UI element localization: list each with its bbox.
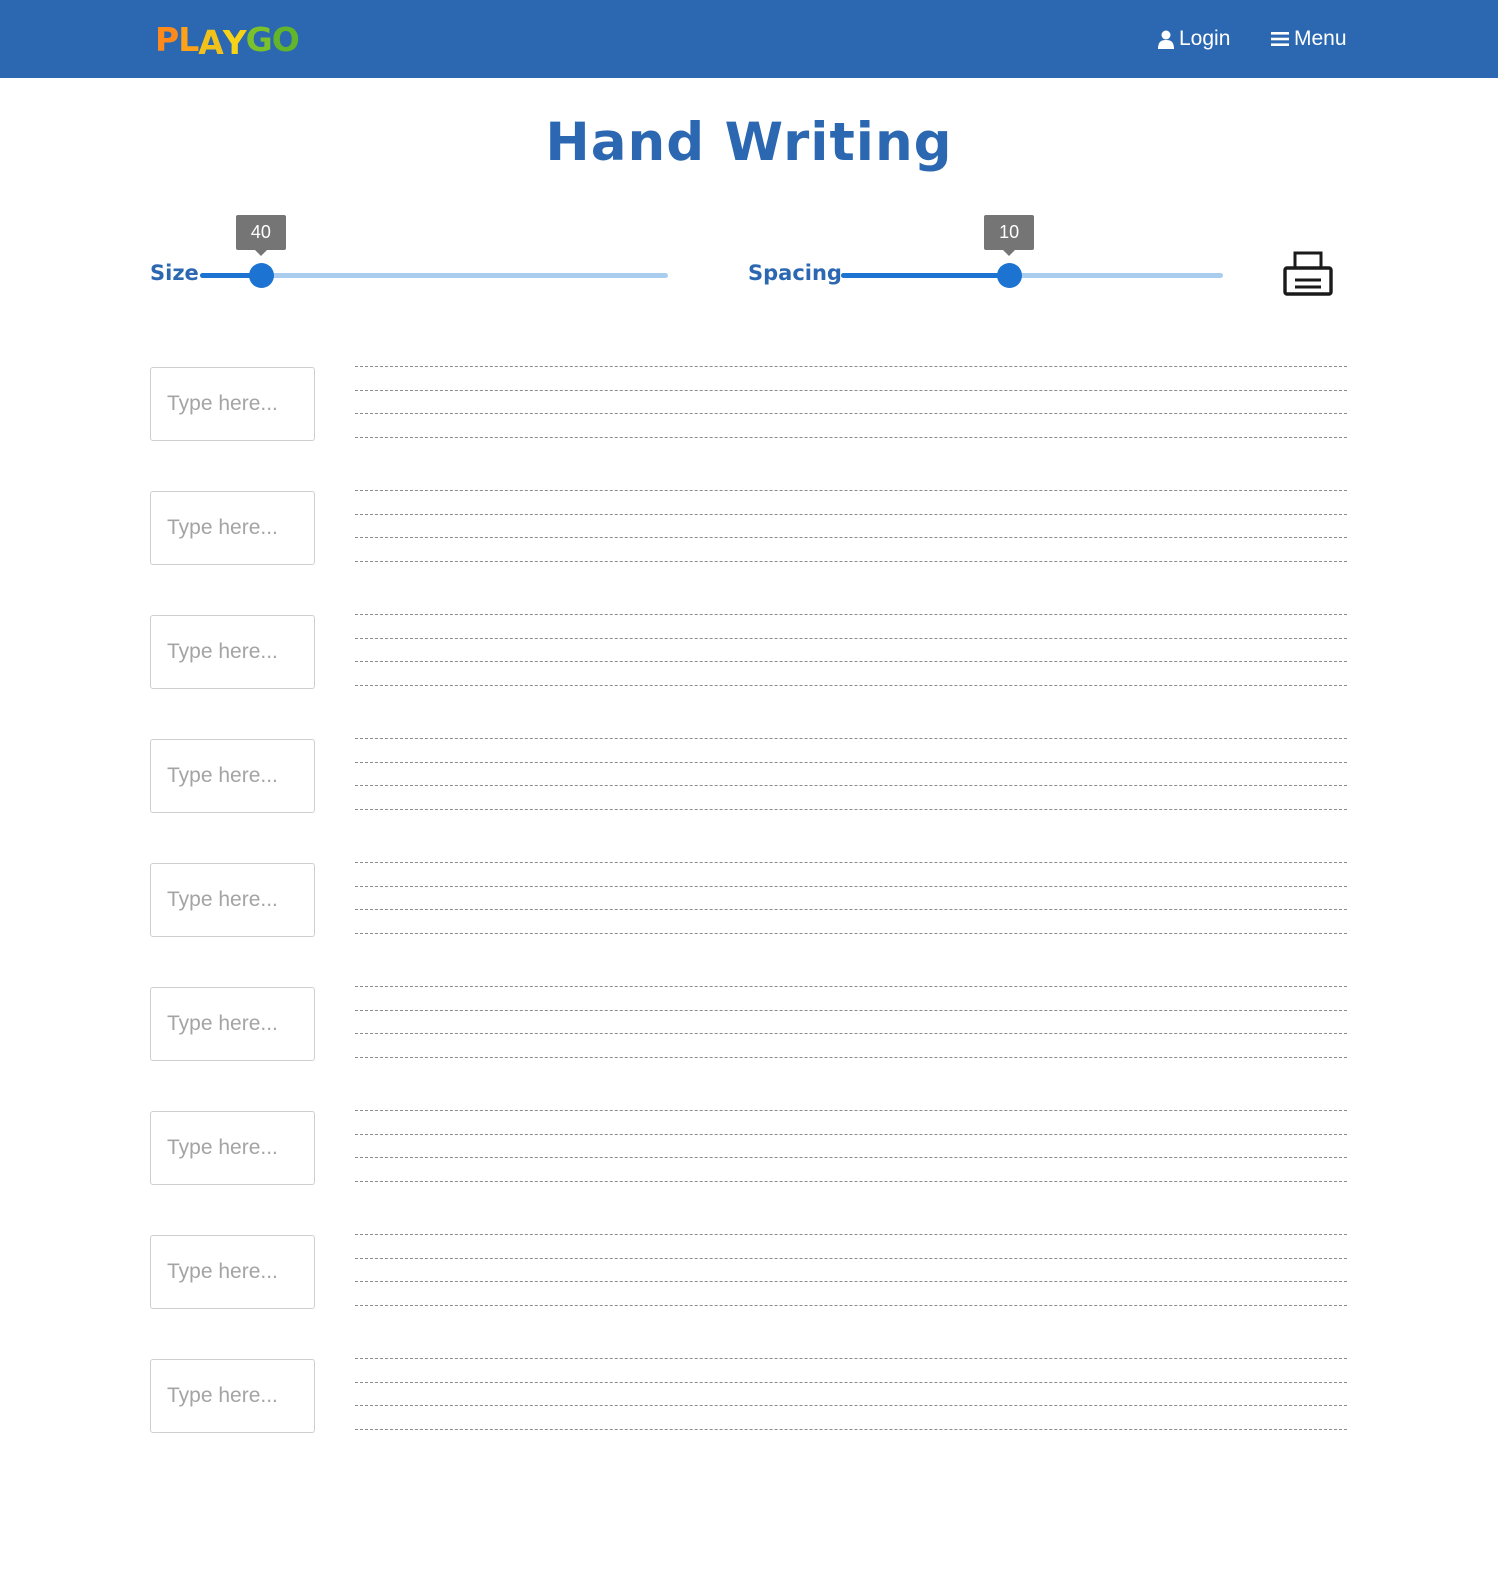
top-navbar: PLAYGO Login Menu — [0, 0, 1498, 78]
logo-letter: L — [178, 20, 199, 59]
guide-line — [355, 661, 1347, 662]
guide-line — [355, 1033, 1347, 1034]
guide-line — [355, 537, 1347, 538]
guide-line — [355, 1181, 1347, 1182]
writing-guide-lines — [355, 366, 1347, 440]
guide-line — [355, 1405, 1347, 1406]
guide-line — [355, 561, 1347, 562]
hamburger-icon — [1271, 32, 1289, 46]
login-link[interactable]: Login — [1158, 24, 1230, 54]
spacing-slider-thumb[interactable] — [997, 263, 1023, 288]
writing-guide-lines — [355, 614, 1347, 688]
guide-line — [355, 1057, 1347, 1058]
writing-guide-lines — [355, 490, 1347, 564]
guide-line — [355, 1305, 1347, 1306]
login-label: Login — [1179, 27, 1231, 50]
row-text-input[interactable] — [150, 739, 315, 813]
guide-line — [355, 490, 1347, 491]
spacing-slider[interactable]: 10 — [841, 215, 1223, 288]
row-text-input[interactable] — [150, 863, 315, 937]
size-value-tooltip: 40 — [235, 215, 286, 256]
guide-line — [355, 1009, 1347, 1011]
writing-guide-lines — [355, 1110, 1347, 1184]
guide-line — [355, 637, 1347, 639]
size-label: Size — [150, 261, 199, 285]
guide-line — [355, 1281, 1347, 1282]
guide-line — [355, 614, 1347, 615]
page-title: Hand Writing — [545, 112, 953, 173]
logo-letter: G — [245, 20, 273, 59]
size-slider-thumb[interactable] — [248, 263, 274, 288]
guide-line — [355, 761, 1347, 763]
guide-line — [355, 862, 1347, 863]
logo-letter: A — [198, 23, 224, 62]
guide-line — [355, 738, 1347, 739]
print-button[interactable] — [1282, 250, 1334, 298]
logo-letter: O — [271, 20, 300, 59]
playgo-logo[interactable]: PLAYGO — [155, 20, 300, 62]
guide-line — [355, 1234, 1347, 1235]
guide-line — [355, 909, 1347, 910]
row-text-input[interactable] — [150, 987, 315, 1061]
guide-line — [355, 1429, 1347, 1430]
row-text-input[interactable] — [150, 1235, 315, 1309]
guide-line — [355, 366, 1347, 367]
guide-line — [355, 1381, 1347, 1383]
writing-guide-lines — [355, 1358, 1347, 1432]
row-text-input[interactable] — [150, 367, 315, 441]
writing-guide-lines — [355, 738, 1347, 812]
spacing-label: Spacing — [748, 261, 842, 285]
guide-line — [355, 885, 1347, 887]
guide-line — [355, 685, 1347, 686]
writing-guide-lines — [355, 862, 1347, 936]
guide-line — [355, 437, 1347, 438]
guide-line — [355, 1358, 1347, 1359]
guide-line — [355, 1257, 1347, 1259]
guide-line — [355, 986, 1347, 987]
guide-line — [355, 1157, 1347, 1158]
guide-line — [355, 809, 1347, 810]
guide-line — [355, 933, 1347, 934]
logo-letter: Y — [222, 23, 247, 62]
row-text-input[interactable] — [150, 491, 315, 565]
writing-guide-lines — [355, 1234, 1347, 1308]
row-text-input[interactable] — [150, 615, 315, 689]
guide-line — [355, 1133, 1347, 1135]
menu-button[interactable]: Menu — [1271, 24, 1347, 54]
guide-line — [355, 785, 1347, 786]
user-icon — [1158, 30, 1174, 49]
writing-guide-lines — [355, 986, 1347, 1060]
spacing-value-tooltip: 10 — [984, 215, 1035, 256]
row-text-input[interactable] — [150, 1359, 315, 1433]
guide-line — [355, 389, 1347, 391]
guide-line — [355, 1110, 1347, 1111]
guide-line — [355, 413, 1347, 414]
logo-letter: P — [155, 20, 179, 59]
guide-line — [355, 513, 1347, 515]
size-slider[interactable]: 40 — [200, 215, 668, 288]
row-text-input[interactable] — [150, 1111, 315, 1185]
printer-icon — [1283, 251, 1333, 296]
menu-label: Menu — [1294, 27, 1347, 50]
spacing-slider-fill — [841, 273, 1010, 278]
